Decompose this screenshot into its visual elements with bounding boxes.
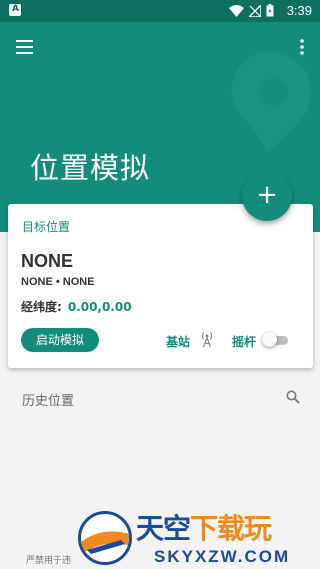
battery-icon — [266, 4, 274, 17]
start-simulation-button[interactable]: 启动模拟 — [21, 328, 99, 352]
target-location-card: 目标位置 NONE NONE • NONE 经纬度: 0.00,0.00 启动模拟… — [8, 204, 313, 368]
antenna-icon[interactable] — [200, 331, 214, 348]
joystick-label: 摇杆 — [232, 335, 257, 349]
watermark-url: SKYXZW.COM — [154, 547, 291, 566]
coordinate-label: 经纬度: — [21, 300, 62, 314]
clock: 3:39 — [286, 3, 312, 18]
toggle-thumb — [262, 332, 277, 347]
location-subtitle: NONE • NONE — [21, 276, 95, 288]
page-title: 位置模拟 — [30, 151, 151, 185]
footer-disclaimer: 严禁用于违 — [26, 556, 72, 566]
app-notification-icon: A — [9, 4, 21, 16]
base-station-label: 基站 — [166, 335, 191, 349]
wifi-icon — [229, 4, 244, 17]
joystick-toggle[interactable] — [262, 332, 288, 347]
coordinate-value: 0.00,0.00 — [67, 300, 132, 314]
search-icon[interactable] — [286, 390, 300, 404]
coordinate-row: 经纬度: 0.00,0.00 — [21, 298, 132, 315]
history-label: 历史位置 — [22, 394, 75, 409]
watermark-logo — [78, 511, 132, 565]
location-decoration — [231, 52, 311, 152]
site-watermark: 天空下载玩 SKYXZW.COM — [70, 507, 320, 569]
location-name: NONE — [21, 251, 74, 271]
history-section: 历史位置 — [0, 382, 320, 414]
watermark-title: 天空下载玩 — [136, 512, 272, 545]
menu-icon[interactable] — [15, 39, 35, 55]
add-location-button[interactable]: + — [242, 171, 292, 221]
add-icon: + — [256, 180, 278, 210]
more-vert-icon[interactable] — [299, 39, 305, 55]
status-bar: A 3:39 — [0, 0, 320, 22]
status-icons — [229, 4, 274, 17]
signal-icon — [249, 4, 261, 17]
target-location-label: 目标位置 — [22, 220, 71, 234]
